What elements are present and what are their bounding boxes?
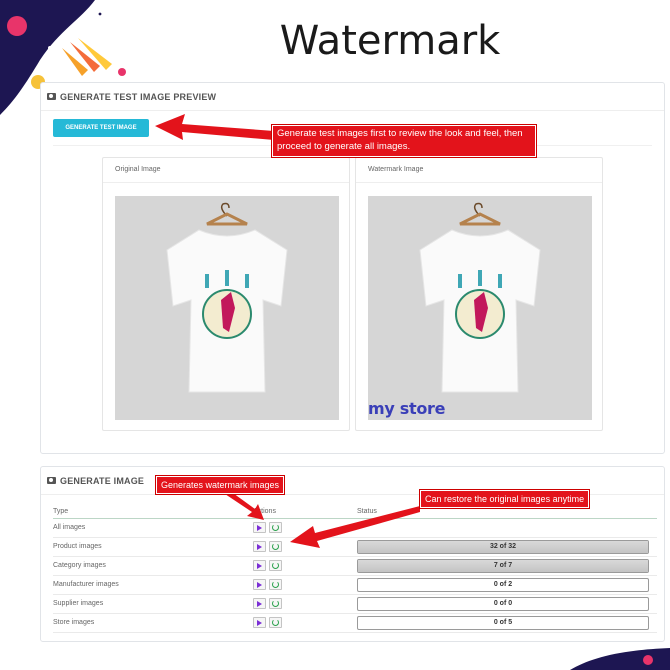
generate-image-table: Type Actions Status All images Product im… — [53, 505, 657, 633]
play-icon — [257, 600, 262, 607]
watermarked-tshirt-image: my store — [368, 196, 592, 420]
table-row: Category images 7 of 7 — [53, 556, 657, 576]
table-row: All images — [53, 518, 657, 538]
restore-original-button[interactable] — [269, 522, 282, 533]
table-row: Manufacturer images 0 of 2 — [53, 575, 657, 595]
play-icon — [257, 581, 262, 588]
original-image-caption: Original Image — [115, 166, 161, 173]
restore-original-button[interactable] — [269, 541, 282, 552]
image-type-label: Manufacturer images — [53, 575, 253, 595]
generate-panel-heading: GENERATE IMAGE — [60, 475, 145, 486]
status-label: 7 of 7 — [493, 561, 513, 569]
status-label: 32 of 32 — [489, 542, 517, 550]
status-progress-bar: 0 of 2 — [357, 577, 649, 592]
refresh-icon — [272, 619, 279, 626]
generate-watermark-button[interactable] — [253, 598, 266, 609]
camera-icon — [47, 93, 56, 100]
status-progress-bar: 7 of 7 — [357, 558, 649, 573]
table-row: Supplier images 0 of 0 — [53, 594, 657, 614]
table-row: Product images 32 of 32 — [53, 537, 657, 557]
table-row: Store images 0 of 5 — [53, 613, 657, 633]
play-icon — [257, 619, 262, 626]
preview-panel-header: GENERATE TEST IMAGE PREVIEW — [41, 83, 664, 111]
restore-original-button[interactable] — [269, 617, 282, 628]
refresh-icon — [272, 543, 279, 550]
generate-test-image-button[interactable]: GENERATE TEST IMAGE — [53, 119, 149, 137]
test-image-annotation: Generate test images first to review the… — [272, 125, 536, 157]
original-image-card: Original Image — [102, 157, 350, 431]
status-label: 0 of 2 — [493, 580, 513, 588]
refresh-icon — [272, 581, 279, 588]
image-type-label: All images — [53, 518, 253, 538]
row-actions — [253, 560, 282, 571]
page-title: Watermark — [279, 18, 501, 64]
camera-icon — [47, 477, 56, 484]
preview-panel-heading: GENERATE TEST IMAGE PREVIEW — [60, 91, 217, 102]
original-tshirt-image — [115, 196, 339, 420]
watermark-logo-text: my store — [368, 399, 446, 418]
status-label: 0 of 0 — [493, 599, 513, 607]
restore-original-button[interactable] — [269, 560, 282, 571]
image-type-label: Store images — [53, 613, 253, 633]
tshirt-illustration — [419, 202, 541, 393]
generate-watermark-button[interactable] — [253, 522, 266, 533]
play-icon — [257, 543, 262, 550]
row-actions — [253, 617, 282, 628]
image-type-label: Supplier images — [53, 594, 253, 614]
decorative-corner-graphic — [570, 648, 670, 670]
column-header-type: Type — [53, 505, 253, 519]
generate-watermark-button[interactable] — [253, 541, 266, 552]
status-progress-bar: 0 of 5 — [357, 615, 649, 630]
play-icon — [257, 562, 262, 569]
refresh-icon — [272, 524, 279, 531]
tshirt-illustration — [166, 202, 288, 393]
play-icon — [257, 524, 262, 531]
watermark-image-card: Watermark Image my store — [355, 157, 603, 431]
status-progress-bar: 0 of 0 — [357, 596, 649, 611]
column-header-actions: Actions — [253, 505, 357, 519]
generate-watermark-button[interactable] — [253, 617, 266, 628]
restore-original-button[interactable] — [269, 579, 282, 590]
image-type-label: Product images — [53, 537, 253, 557]
generate-annotation: Generates watermark images — [156, 476, 285, 495]
refresh-icon — [272, 600, 279, 607]
image-type-label: Category images — [53, 556, 253, 576]
status-label: 0 of 5 — [493, 618, 513, 626]
row-actions — [253, 579, 282, 590]
status-progress-bar: 32 of 32 — [357, 539, 649, 554]
row-actions — [253, 598, 282, 609]
restore-original-button[interactable] — [269, 598, 282, 609]
row-actions — [253, 522, 282, 533]
row-actions — [253, 541, 282, 552]
watermark-image-caption: Watermark Image — [368, 166, 424, 173]
refresh-icon — [272, 562, 279, 569]
generate-watermark-button[interactable] — [253, 579, 266, 590]
generate-watermark-button[interactable] — [253, 560, 266, 571]
restore-annotation: Can restore the original images anytime — [420, 490, 590, 509]
